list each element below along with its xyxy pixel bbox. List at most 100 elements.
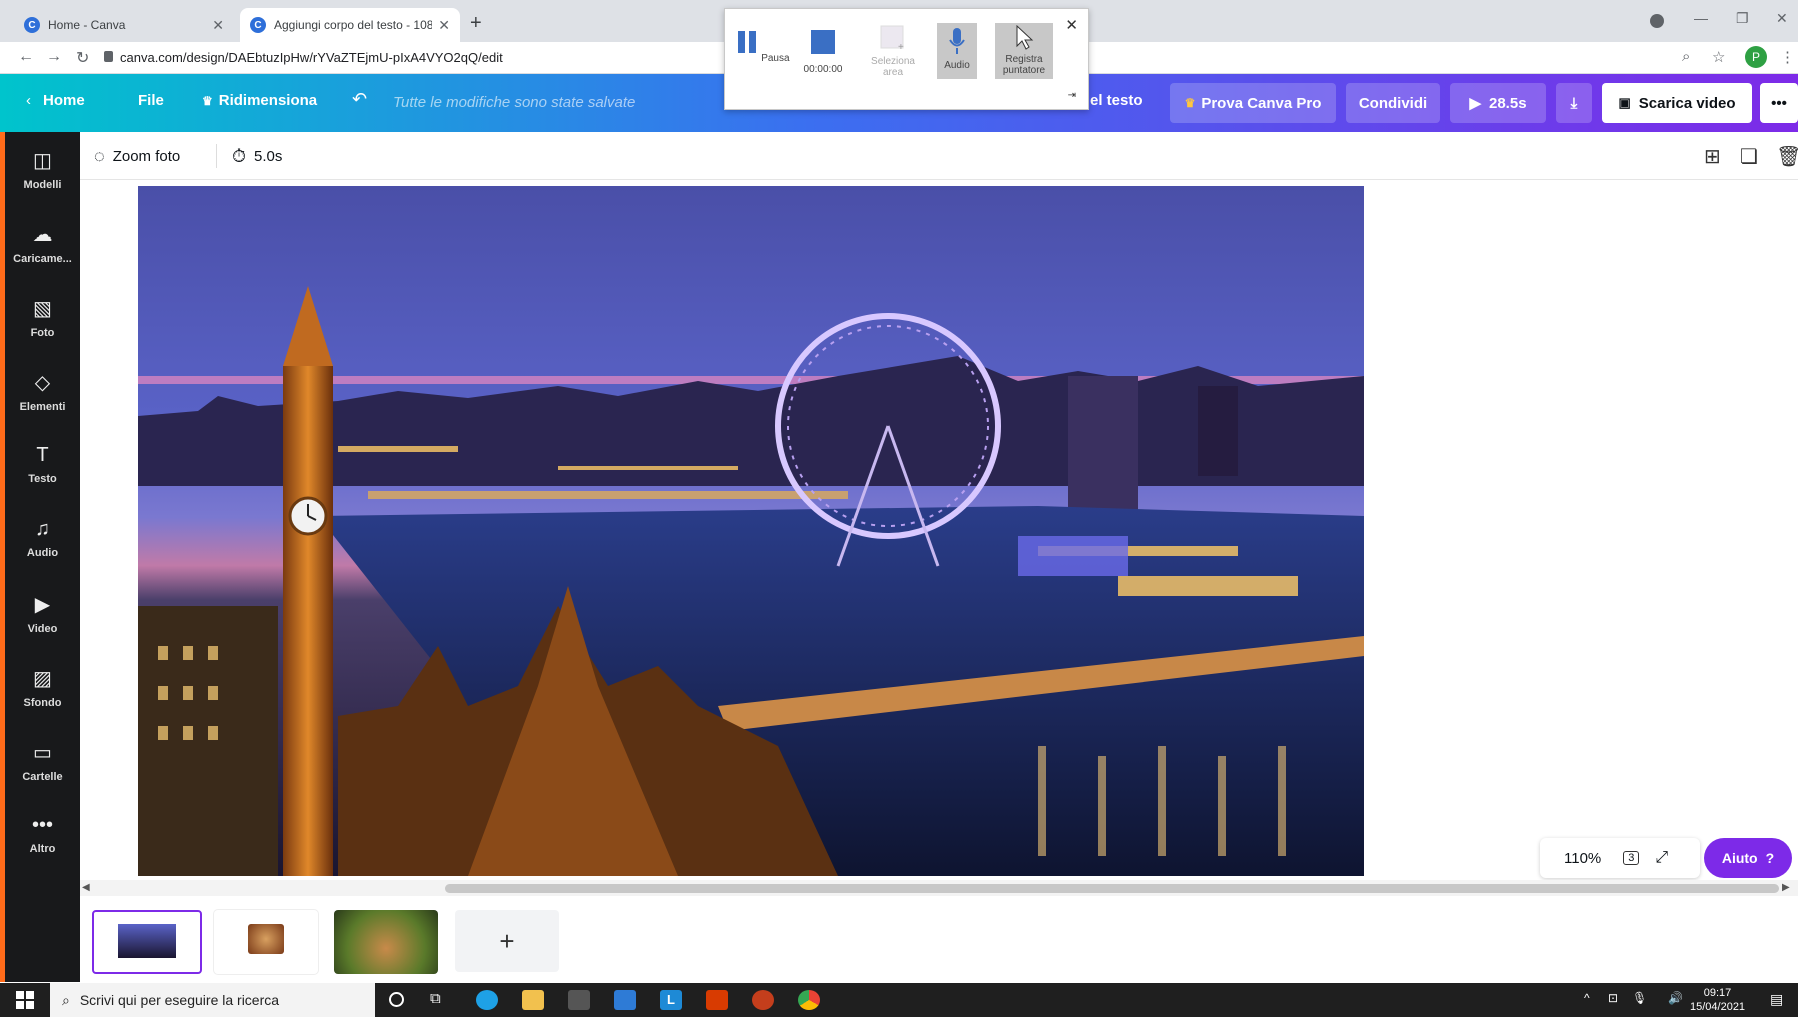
- fullscreen-icon[interactable]: ⤢: [1655, 849, 1668, 867]
- cortana-icon[interactable]: [389, 992, 404, 1007]
- back-icon[interactable]: ←: [18, 48, 34, 66]
- chrome-icon[interactable]: [798, 990, 820, 1010]
- sidebar-item-elements[interactable]: ◇ Elementi: [5, 370, 80, 413]
- audio-label: Audio: [944, 60, 970, 71]
- download-video-button[interactable]: ▣ Scarica video: [1602, 83, 1752, 123]
- canva-favicon-icon: C: [24, 17, 40, 33]
- zoom-photo-button[interactable]: ◌ Zoom foto: [94, 146, 180, 167]
- delete-page-icon[interactable]: 🗑: [1776, 144, 1798, 169]
- sidebar-item-folders[interactable]: ▭ Cartelle: [5, 740, 80, 783]
- l-app-icon[interactable]: L: [660, 990, 682, 1010]
- share-button[interactable]: Condividi: [1346, 83, 1440, 123]
- edge-icon[interactable]: [476, 990, 498, 1010]
- sidebar-item-background[interactable]: ▨ Sfondo: [5, 666, 80, 709]
- resize-label: Ridimensiona: [218, 92, 318, 109]
- left-sidebar: ◫ Modelli ☁ Caricame... ▧ Foto ◇ Element…: [0, 132, 80, 982]
- select-area-icon: +: [880, 25, 904, 53]
- close-tab-icon[interactable]: ✕: [438, 17, 450, 34]
- url-field[interactable]: canva.com/design/DAEbtuzIpHw/rYVaZTEjmU-…: [120, 50, 503, 65]
- tray-network-icon[interactable]: ⊡: [1608, 991, 1618, 1005]
- sidebar-item-video[interactable]: ▶ Video: [5, 592, 80, 635]
- try-pro-button[interactable]: ♛ Prova Canva Pro: [1170, 83, 1336, 123]
- tab-home-canva[interactable]: C Home - Canva ✕: [14, 8, 234, 42]
- record-pointer-button[interactable]: Registra puntatore: [995, 23, 1053, 79]
- download-icon[interactable]: ⤓: [1556, 83, 1592, 123]
- task-view-icon[interactable]: ⧉: [430, 990, 441, 1007]
- page-thumbnail-3[interactable]: [334, 910, 438, 974]
- sidebar-item-uploads[interactable]: ☁ Caricame...: [5, 222, 80, 265]
- close-tab-icon[interactable]: ✕: [212, 17, 224, 34]
- page-thumbnail-2[interactable]: [214, 910, 318, 974]
- scroll-right-icon[interactable]: ▶: [1782, 882, 1790, 893]
- taskbar-clock[interactable]: 09:17 15/04/2021: [1690, 986, 1745, 1014]
- home-button[interactable]: ‹ Home: [26, 92, 85, 109]
- video-icon: ▶: [34, 594, 51, 616]
- audio-toggle-button[interactable]: Audio: [937, 23, 977, 79]
- tray-chevron-icon[interactable]: ^: [1584, 991, 1590, 1005]
- more-options-icon[interactable]: •••: [1760, 83, 1798, 123]
- sidebar-item-templates[interactable]: ◫ Modelli: [5, 148, 80, 191]
- mail-icon[interactable]: [614, 990, 636, 1010]
- home-label: Home: [43, 92, 85, 109]
- add-page-icon[interactable]: ⊞: [1704, 144, 1721, 169]
- bookmark-star-icon[interactable]: ☆: [1712, 48, 1725, 66]
- tab-current-design[interactable]: C Aggiungi corpo del testo - 1080... ✕: [240, 8, 460, 42]
- close-window-icon[interactable]: ✕: [1776, 10, 1788, 27]
- search-icon: ⌕: [62, 991, 70, 1008]
- pause-icon: [738, 31, 757, 53]
- add-page-button[interactable]: +: [455, 910, 559, 972]
- forward-icon[interactable]: →: [46, 48, 62, 66]
- undo-icon[interactable]: ↶: [352, 89, 367, 110]
- help-button[interactable]: Aiuto ?: [1704, 838, 1792, 878]
- restore-icon[interactable]: ❐: [1736, 10, 1749, 27]
- tab-title: Aggiungi corpo del testo - 1080...: [274, 18, 433, 32]
- pin-icon[interactable]: ⇥: [1068, 90, 1076, 101]
- profile-avatar[interactable]: P: [1745, 46, 1767, 68]
- microphone-icon: [949, 28, 965, 54]
- taskbar-search-input[interactable]: ⌕ Scrivi qui per eseguire la ricerca: [50, 983, 375, 1017]
- page-grid-icon[interactable]: 3: [1623, 851, 1640, 865]
- taskbar-search-placeholder: Scrivi qui per eseguire la ricerca: [79, 992, 280, 1008]
- select-area-label: Seleziona area: [871, 56, 915, 78]
- windows-start-icon[interactable]: [16, 991, 34, 1009]
- stop-recording-button[interactable]: 00:00:00: [793, 29, 853, 75]
- store-icon[interactable]: [568, 990, 590, 1010]
- scroll-left-icon[interactable]: ◀: [82, 882, 90, 893]
- new-tab-icon[interactable]: +: [470, 12, 482, 35]
- minimize-icon[interactable]: —: [1694, 10, 1708, 26]
- document-title[interactable]: el testo: [1090, 92, 1143, 109]
- tray-volume-icon[interactable]: 🔊: [1668, 991, 1683, 1005]
- zoom-controls: 110% 3 ⤢: [1540, 838, 1700, 878]
- resize-button[interactable]: ♛ Ridimensiona: [202, 92, 317, 109]
- close-recorder-icon[interactable]: ✕: [1065, 16, 1078, 34]
- powerpoint-icon[interactable]: [752, 990, 774, 1010]
- sidebar-item-photos[interactable]: ▧ Foto: [5, 296, 80, 339]
- browser-menu-icon[interactable]: ⋮: [1780, 48, 1795, 66]
- zoom-photo-label: Zoom foto: [112, 148, 181, 165]
- sidebar-item-audio[interactable]: ♫ Audio: [5, 518, 80, 559]
- scroll-thumb[interactable]: [445, 884, 1779, 893]
- zoom-level[interactable]: 110%: [1564, 850, 1601, 867]
- design-canvas-photo[interactable]: [138, 186, 1364, 876]
- london-night-photo: [138, 186, 1364, 876]
- play-button[interactable]: ▶ 28.5s: [1450, 83, 1546, 123]
- sidebar-item-text[interactable]: T Testo: [5, 444, 80, 485]
- reload-icon[interactable]: ↻: [76, 48, 89, 68]
- svg-text:+: +: [898, 42, 904, 51]
- crown-icon: ♛: [1184, 96, 1196, 110]
- page-thumbnail-1[interactable]: [92, 910, 202, 974]
- duplicate-page-icon[interactable]: ❏: [1740, 144, 1758, 169]
- notifications-icon[interactable]: ▤: [1770, 991, 1783, 1008]
- pause-recording-button[interactable]: Pausa: [733, 29, 793, 64]
- zoom-icon[interactable]: ⌕: [1682, 48, 1690, 65]
- select-area-button[interactable]: + Seleziona area: [863, 25, 923, 78]
- templates-icon: ◫: [33, 150, 52, 172]
- tab-search-icon[interactable]: [1650, 14, 1664, 28]
- horizontal-scrollbar[interactable]: ◀ ▶: [80, 880, 1798, 896]
- file-explorer-icon[interactable]: [522, 990, 544, 1010]
- tray-mic-icon[interactable]: 🎙: [1632, 991, 1647, 1005]
- duration-button[interactable]: ⏱ 5.0s: [232, 146, 282, 167]
- office-icon[interactable]: [706, 990, 728, 1010]
- file-menu-button[interactable]: File: [138, 92, 164, 109]
- sidebar-item-more[interactable]: ••• Altro: [5, 814, 80, 855]
